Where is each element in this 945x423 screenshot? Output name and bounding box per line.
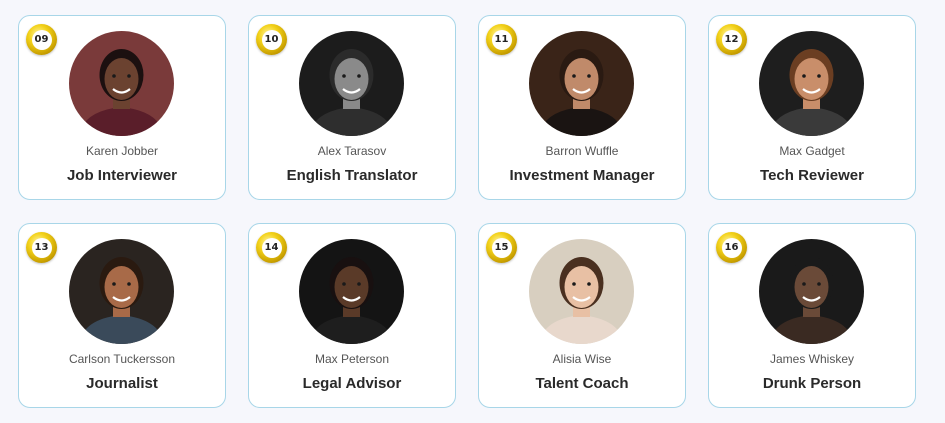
man-curly-hair-portrait xyxy=(69,239,174,344)
number-badge: 16 xyxy=(716,232,747,263)
person-role: Job Interviewer xyxy=(66,167,178,184)
assistant-card[interactable]: 09 Karen Jobber Job Interviewer xyxy=(18,15,226,200)
person-name: Alex Tarasov xyxy=(317,144,387,158)
number-badge: 12 xyxy=(716,24,747,55)
person-name: Max Peterson xyxy=(314,352,390,366)
number-badge-label: 14 xyxy=(261,237,282,258)
number-badge-label: 09 xyxy=(31,29,52,50)
person-name: Barron Wuffle xyxy=(545,144,619,158)
woman-long-hair-portrait xyxy=(529,239,634,344)
number-badge-label: 10 xyxy=(261,29,282,50)
assistant-card[interactable]: 12 Max Gadget Tech Reviewer xyxy=(708,15,916,200)
person-role: Investment Manager xyxy=(509,167,655,184)
assistant-card[interactable]: 13 Carlson Tuckersson Journalist xyxy=(18,223,226,408)
assistant-card[interactable]: 11 Barron Wuffle Investment Manager xyxy=(478,15,686,200)
assistant-card[interactable]: 10 Alex Tarasov English Translator xyxy=(248,15,456,200)
person-role: Legal Advisor xyxy=(302,375,402,392)
number-badge: 09 xyxy=(26,24,57,55)
person-name: Karen Jobber xyxy=(85,144,159,158)
number-badge: 15 xyxy=(486,232,517,263)
number-badge-label: 15 xyxy=(491,237,512,258)
person-name: Alisia Wise xyxy=(552,352,612,366)
number-badge-label: 11 xyxy=(491,29,512,50)
number-badge: 10 xyxy=(256,24,287,55)
number-badge: 11 xyxy=(486,24,517,55)
man-smiling-portrait xyxy=(759,31,864,136)
person-name: Max Gadget xyxy=(779,144,845,158)
man-hoodie-portrait xyxy=(759,239,864,344)
woman-curly-hair-portrait xyxy=(69,31,174,136)
person-role: Journalist xyxy=(86,375,158,392)
assistant-card[interactable]: 15 Alisia Wise Talent Coach xyxy=(478,223,686,408)
person-role: Tech Reviewer xyxy=(760,167,864,184)
person-role: English Translator xyxy=(286,167,418,184)
number-badge: 14 xyxy=(256,232,287,263)
assistant-card[interactable]: 14 Max Peterson Legal Advisor xyxy=(248,223,456,408)
person-name: James Whiskey xyxy=(769,352,855,366)
man-suit-portrait xyxy=(299,239,404,344)
man-cap-portrait xyxy=(299,31,404,136)
number-badge-label: 13 xyxy=(31,237,52,258)
person-name: Carlson Tuckersson xyxy=(68,352,176,366)
man-tuxedo-portrait xyxy=(529,31,634,136)
person-role: Talent Coach xyxy=(535,375,629,392)
assistant-card[interactable]: 16 James Whiskey Drunk Person xyxy=(708,223,916,408)
assistant-grid: 09 Karen Jobber Job Interviewer 10 Alex … xyxy=(18,15,916,408)
number-badge: 13 xyxy=(26,232,57,263)
number-badge-label: 16 xyxy=(721,237,742,258)
person-role: Drunk Person xyxy=(762,375,862,392)
number-badge-label: 12 xyxy=(721,29,742,50)
